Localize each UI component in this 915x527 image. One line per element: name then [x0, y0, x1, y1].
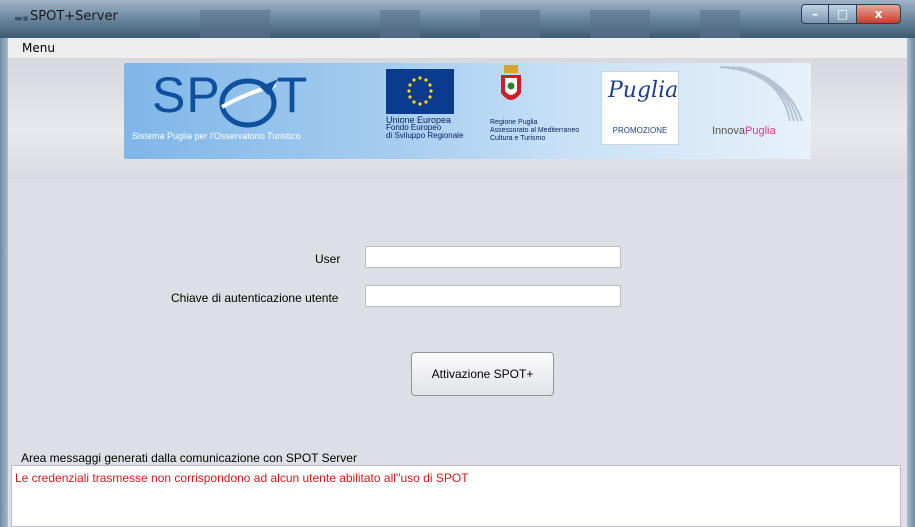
auth-key-input[interactable]	[365, 285, 621, 307]
auth-key-label: Chiave di autenticazione utente	[171, 291, 339, 305]
user-label: User	[315, 252, 341, 266]
puglia-caption: Regione Puglia Assessorato al Mediterran…	[490, 119, 579, 143]
eu-flag-icon	[386, 69, 454, 114]
innova-logo-part1: Innova	[712, 125, 746, 137]
puglia-caption-line2: Assessorato al Mediterraneo	[490, 127, 580, 134]
innova-logo-part2: Puglia	[745, 125, 776, 137]
puglia-promozione-logo: Puglia PROMOZIONE	[601, 71, 679, 145]
background-tile	[480, 10, 540, 38]
minimize-button[interactable]: –	[801, 4, 829, 24]
promozione-logo-label: PROMOZIONE	[612, 126, 668, 135]
background-tile	[700, 10, 740, 38]
header-banner: SP T Sistema Puglia per l'Osservatorio Tu…	[124, 63, 811, 159]
window-title: SPOT+Server	[30, 9, 118, 24]
activate-spot-button[interactable]: Attivazione SPOT+	[411, 352, 554, 396]
puglia-caption-line3: Cultura e Turismo	[490, 135, 546, 142]
eu-caption-line3: di Sviluppo Regionale	[386, 131, 464, 140]
eu-caption: Unione Europea Fondo Europeo di Sviluppo…	[386, 116, 463, 140]
banner-band: SP T Sistema Puglia per l'Osservatorio Tu…	[8, 59, 907, 179]
spot-logo-prefix: SP	[152, 67, 221, 123]
spot-logo-swirl-icon	[219, 78, 278, 128]
background-tile	[590, 10, 650, 38]
promozione-logo-word: Puglia	[608, 78, 679, 103]
menu-item-menu[interactable]: Menu	[22, 41, 55, 55]
title-bar[interactable]: ▬▪ SPOT+Server – □ x	[0, 0, 915, 38]
window-frame-right	[907, 38, 915, 527]
close-icon: x	[874, 7, 883, 21]
error-message: Le credenziali trasmesse non corrispondo…	[15, 471, 469, 485]
maximize-icon: □	[836, 7, 849, 21]
app-icon: ▬▪	[14, 14, 29, 24]
messages-area[interactable]: Le credenziali trasmesse non corrispondo…	[11, 465, 901, 527]
window-controls: – □ x	[801, 4, 901, 24]
messages-caption: Area messaggi generati dalla comunicazio…	[21, 451, 357, 465]
puglia-caption-line1: Regione Puglia	[490, 119, 538, 126]
innovapuglia-stripes-icon	[719, 66, 803, 122]
minimize-icon: –	[812, 7, 818, 21]
background-tile	[200, 10, 270, 38]
spot-logo-suffix: T	[276, 67, 309, 123]
main-content: SP T Sistema Puglia per l'Osservatorio Tu…	[8, 59, 907, 527]
window-frame-left	[0, 38, 8, 527]
background-tile	[380, 10, 420, 38]
regione-puglia-crest-icon	[501, 65, 521, 100]
close-button[interactable]: x	[857, 4, 901, 24]
spot-subtitle: Sistema Puglia per l'Osservatorio Turist…	[132, 131, 301, 141]
maximize-button[interactable]: □	[829, 4, 857, 24]
menu-bar: Menu	[8, 38, 907, 59]
user-input[interactable]	[365, 246, 621, 268]
innovapuglia-logo: InnovaPuglia	[712, 125, 776, 137]
